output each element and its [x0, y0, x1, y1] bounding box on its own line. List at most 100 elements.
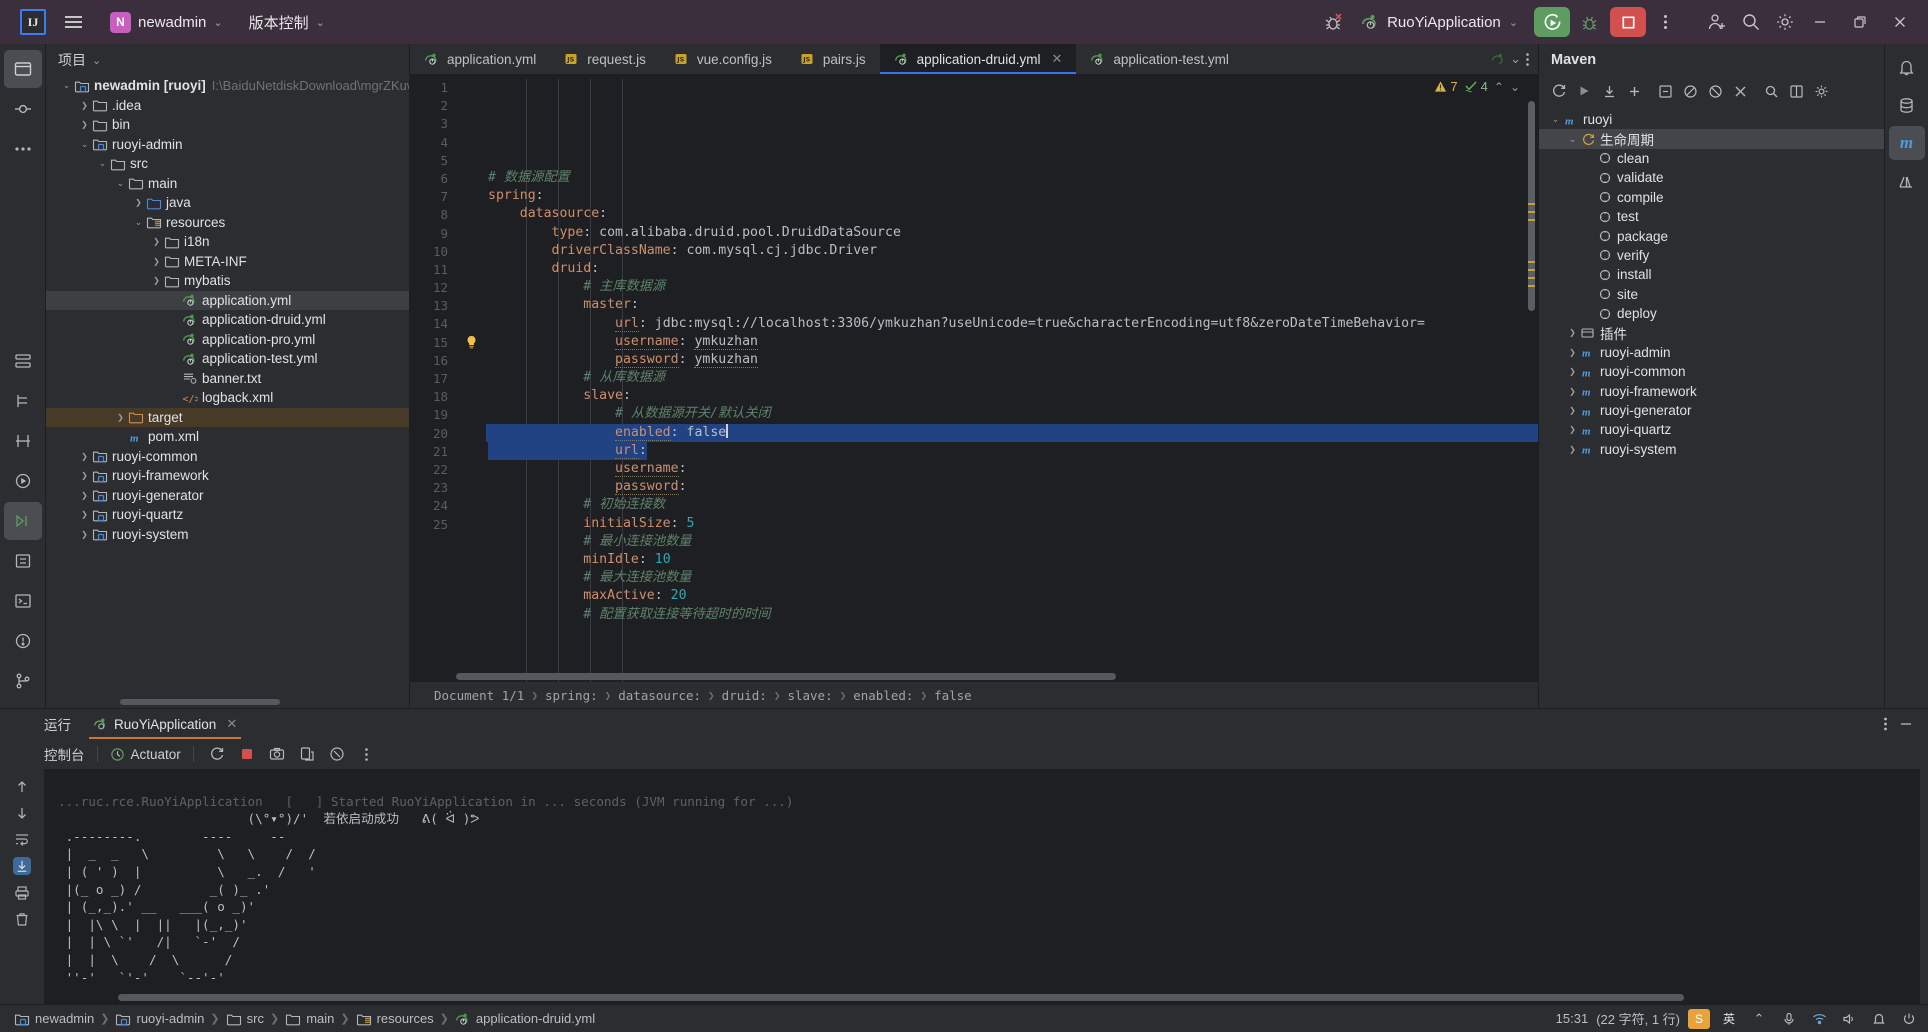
run-tab-ruoyiapplication[interactable]: RuoYiApplication ✕	[85, 712, 245, 736]
console-tab-label[interactable]: 控制台	[44, 744, 85, 764]
chevron-down-icon[interactable]: ⌄	[1510, 51, 1521, 67]
status-breadcrumb-item[interactable]: application-druid.yml	[455, 1011, 595, 1026]
maven-item-ruoyi-quartz[interactable]: ❯mruoyi-quartz	[1539, 420, 1884, 439]
chevron-right-icon[interactable]: ❯	[78, 530, 91, 539]
chevron-right-icon[interactable]: ❯	[150, 257, 163, 266]
editor-horizontal-scrollbar[interactable]	[456, 673, 1520, 680]
tree-item-pom-xml[interactable]: mpom.xml	[46, 427, 409, 447]
commit-icon[interactable]	[4, 90, 42, 128]
status-breadcrumb-item[interactable]: main	[285, 1011, 334, 1026]
scroll-down-icon[interactable]	[14, 805, 30, 821]
line-number[interactable]: 16	[410, 352, 456, 370]
offline-mode-icon[interactable]	[1703, 79, 1727, 103]
gutter-icons-column[interactable]	[456, 75, 486, 682]
hide-panel-icon[interactable]	[1898, 716, 1914, 732]
scroll-up-icon[interactable]	[14, 779, 30, 795]
soft-wrap-icon[interactable]	[14, 831, 30, 847]
chevron-right-icon[interactable]: ❯	[114, 413, 127, 422]
tree-item-mybatis[interactable]: ❯mybatis	[46, 271, 409, 291]
more-tool-windows-icon[interactable]	[4, 130, 42, 168]
ime-en-icon[interactable]: 英	[1718, 1009, 1740, 1029]
chevron-right-icon[interactable]: ❯	[1566, 425, 1579, 434]
code-line[interactable]: url: jdbc:mysql://localhost:3306/ymkuzha…	[486, 315, 1538, 333]
chevron-right-icon[interactable]: ❯	[78, 452, 91, 461]
code-line[interactable]: url:	[486, 442, 1538, 460]
add-icon[interactable]	[1622, 79, 1646, 103]
typo-count-badge[interactable]: 4	[1464, 79, 1488, 94]
maven-item-生命周期[interactable]: ⌄生命周期	[1539, 129, 1884, 148]
status-caret-info[interactable]: (22 字符, 1 行)	[1596, 1009, 1680, 1028]
code-line[interactable]: datasource:	[486, 205, 1538, 223]
chevron-right-icon[interactable]: ❯	[78, 491, 91, 500]
close-icon[interactable]: ✕	[1051, 51, 1062, 67]
line-number[interactable]: 20	[410, 425, 456, 443]
editor-tab-vue-config-js[interactable]: JSvue.config.js	[660, 44, 786, 74]
more-vertical-icon[interactable]	[1650, 7, 1680, 37]
ant-build-icon[interactable]	[1889, 164, 1925, 198]
line-number[interactable]: 17	[410, 370, 456, 388]
line-number[interactable]: 18	[410, 388, 456, 406]
editor-tab-application-test-yml[interactable]: application-test.yml	[1076, 44, 1243, 74]
chevron-down-icon[interactable]: ⌄	[1549, 114, 1562, 125]
expand-all-icon[interactable]	[1653, 79, 1677, 103]
chevron-right-icon[interactable]: ❯	[1566, 367, 1579, 376]
tree-item-target[interactable]: ❯target	[46, 408, 409, 428]
project-tree-hscrollbar[interactable]	[120, 699, 405, 705]
maven-item-validate[interactable]: validate	[1539, 168, 1884, 187]
breadcrumb-item[interactable]: spring:	[545, 688, 598, 703]
console-output[interactable]: ...ruc.rce.RuoYiApplication [ ] Started …	[44, 769, 1920, 1004]
notifications-icon[interactable]	[1889, 50, 1925, 84]
chevron-up-icon[interactable]: ⌃	[1494, 80, 1504, 94]
code-line[interactable]: password: ymkuzhan	[486, 351, 1538, 369]
line-number[interactable]: 7	[410, 188, 456, 206]
editor-tab-application-yml[interactable]: application.yml	[410, 44, 550, 74]
download-sources-icon[interactable]	[1597, 79, 1621, 103]
console-hscrollbar[interactable]	[118, 994, 1898, 1001]
show-diagram-icon[interactable]	[1784, 79, 1808, 103]
tree-item-logback-xml[interactable]: </>logback.xml	[46, 388, 409, 408]
close-icon[interactable]: ✕	[226, 716, 237, 732]
breadcrumb-item[interactable]: Document 1/1	[434, 688, 524, 703]
chevron-down-icon[interactable]: ⌄	[96, 158, 109, 169]
wifi-icon[interactable]	[1808, 1009, 1830, 1029]
volume-icon[interactable]	[1838, 1009, 1860, 1029]
problems-icon[interactable]	[4, 622, 42, 660]
code-line[interactable]: enabled: false	[486, 424, 1538, 442]
maven-item-compile[interactable]: compile	[1539, 188, 1884, 207]
tree-item-main[interactable]: ⌄main	[46, 174, 409, 194]
line-number[interactable]: 8	[410, 206, 456, 224]
line-number[interactable]: 15	[410, 334, 456, 352]
tree-item-application-druid-yml[interactable]: application-druid.yml	[46, 310, 409, 330]
structure-icon[interactable]	[4, 382, 42, 420]
editor-vertical-scrollbar[interactable]	[1527, 101, 1536, 664]
services-icon[interactable]	[4, 342, 42, 380]
status-breadcrumb-item[interactable]: resources	[356, 1011, 434, 1026]
chevron-right-icon[interactable]: ❯	[1566, 348, 1579, 357]
chevron-right-icon[interactable]: ❯	[78, 471, 91, 480]
tree-item-src[interactable]: ⌄src	[46, 154, 409, 174]
maven-item-插件[interactable]: ❯插件	[1539, 323, 1884, 342]
tree-item-application-test-yml[interactable]: application-test.yml	[46, 349, 409, 369]
code-line[interactable]: # 主库数据源	[486, 278, 1538, 296]
tree-item-bin[interactable]: ❯bin	[46, 115, 409, 135]
code-line[interactable]: maxActive: 20	[486, 587, 1538, 605]
maven-item-ruoyi[interactable]: ⌄mruoyi	[1539, 110, 1884, 129]
line-number[interactable]: 23	[410, 479, 456, 497]
project-selector[interactable]: N newadmin ⌄	[102, 8, 231, 37]
chevron-right-icon[interactable]: ❯	[78, 101, 91, 110]
line-number[interactable]: 12	[410, 279, 456, 297]
chevron-right-icon[interactable]: ❯	[1566, 406, 1579, 415]
project-panel-header[interactable]: 项目 ⌄	[46, 44, 409, 76]
stop-icon[interactable]	[236, 744, 258, 764]
breadcrumb-item[interactable]: datasource:	[618, 688, 701, 703]
debug-button[interactable]	[1574, 7, 1604, 37]
tree-item-java[interactable]: ❯java	[46, 193, 409, 213]
code-line[interactable]: username:	[486, 460, 1538, 478]
more-vertical-icon[interactable]	[1883, 716, 1888, 732]
project-icon[interactable]	[4, 50, 42, 88]
trash-icon[interactable]	[14, 911, 30, 927]
line-number[interactable]: 25	[410, 516, 456, 534]
terminal-icon[interactable]	[4, 582, 42, 620]
line-number[interactable]: 24	[410, 497, 456, 515]
code-line[interactable]: # 最小连接池数量	[486, 533, 1538, 551]
